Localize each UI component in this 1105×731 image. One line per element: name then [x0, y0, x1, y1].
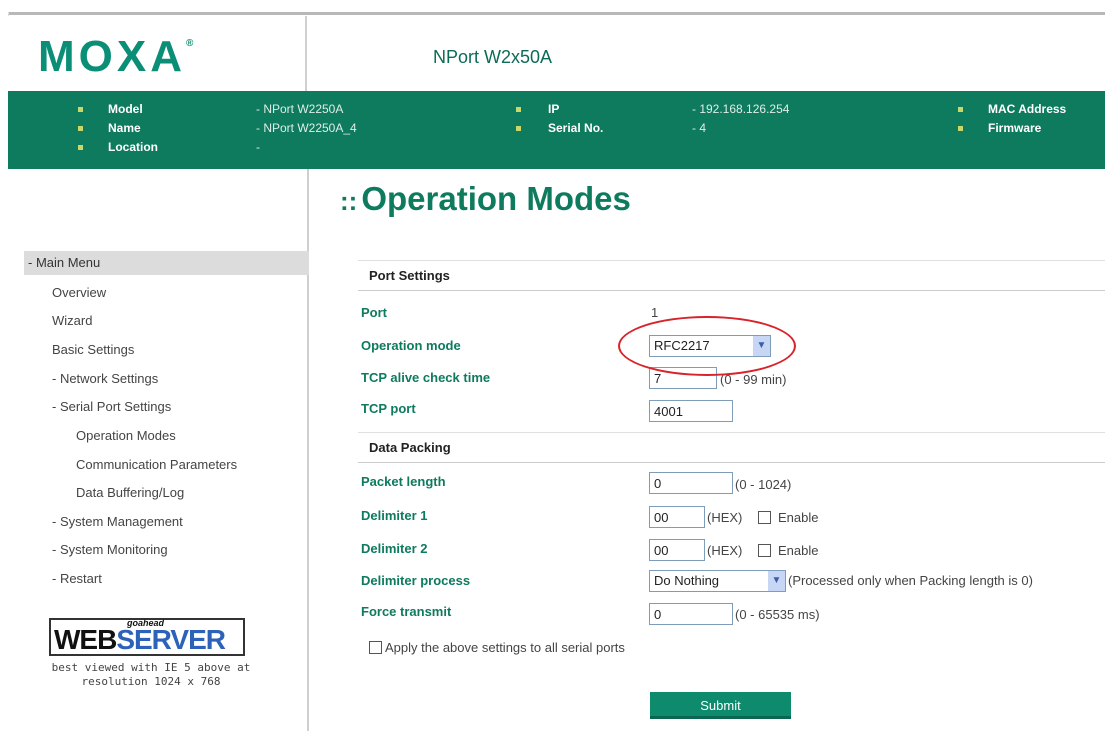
delimiter2-label: Delimiter 2 [361, 541, 428, 556]
delimiter-process-label: Delimiter process [361, 573, 471, 588]
page-title: :: Operation Modes [340, 180, 631, 218]
port-value: 1 [651, 305, 659, 320]
webserver-text: WEBSERVER [54, 624, 226, 655]
bullet-icon [78, 107, 83, 112]
location-label: Location [108, 140, 158, 154]
delimiter-process-note: (Processed only when Packing length is 0… [788, 573, 1033, 588]
sidebar-item-basic-settings[interactable]: Basic Settings [52, 342, 134, 357]
webserver-badge: goahead WEBSERVER [49, 618, 245, 656]
submit-button[interactable]: Submit [650, 692, 791, 719]
page-title-text: Operation Modes [361, 180, 631, 217]
sidebar-item-data-buffering-log[interactable]: Data Buffering/Log [76, 485, 184, 500]
name-label: Name [108, 121, 141, 135]
mac-label: MAC Address [988, 102, 1067, 116]
chevron-down-icon[interactable]: ▼ [768, 571, 785, 591]
browser-note: best viewed with IE 5 above at resolutio… [51, 661, 251, 688]
delimiter1-input[interactable]: 00 [649, 506, 705, 528]
operation-mode-label: Operation mode [361, 338, 461, 353]
delimiter1-enable-checkbox[interactable] [758, 511, 771, 524]
serial-label: Serial No. [548, 121, 604, 135]
ip-value: - 192.168.126.254 [692, 102, 790, 116]
annotation-circle [618, 316, 796, 376]
tcp-port-input[interactable]: 4001 [649, 400, 733, 422]
tcp-port-label: TCP port [361, 401, 416, 416]
delimiter1-enable-label: Enable [778, 510, 819, 525]
sidebar-item-operation-modes[interactable]: Operation Modes [76, 428, 176, 443]
model-label: Model [108, 102, 143, 116]
delimiter-process-selected: Do Nothing [654, 573, 720, 588]
bullet-icon [78, 145, 83, 150]
sidebar-item-serial-port-settings[interactable]: - Serial Port Settings [52, 399, 171, 414]
packet-length-label: Packet length [361, 474, 446, 489]
ip-label: IP [548, 102, 560, 116]
web-text-web: WEB [54, 624, 117, 655]
web-text-server: SERVER [116, 624, 226, 655]
apply-all-label: Apply the above settings to all serial p… [385, 640, 625, 655]
port-label: Port [361, 305, 387, 320]
logo-text: MOXA [38, 32, 186, 81]
packet-length-range: (0 - 1024) [735, 477, 792, 492]
logo-area: MOXA® [8, 16, 307, 91]
bullet-icon [78, 126, 83, 131]
force-transmit-input[interactable]: 0 [649, 603, 733, 625]
sidebar-item-wizard[interactable]: Wizard [52, 313, 92, 328]
product-name: NPort W2x50A [433, 47, 553, 67]
firmware-label: Firmware [988, 121, 1042, 135]
delimiter2-hex-label: (HEX) [707, 543, 743, 558]
bullet-icon [958, 126, 963, 131]
logo-registered-mark: ® [186, 38, 194, 49]
device-info-bar: Model - NPort W2250A Name - NPort W2250A… [8, 91, 1105, 169]
bullet-icon [516, 107, 521, 112]
sidebar-item-restart[interactable]: - Restart [52, 571, 102, 586]
moxa-logo: MOXA® [38, 32, 193, 82]
apply-all-checkbox[interactable] [369, 641, 382, 654]
window-top-edge [0, 0, 1105, 15]
name-value: - NPort W2250A_4 [256, 121, 357, 135]
sidebar-item-communication-parameters[interactable]: Communication Parameters [76, 457, 237, 472]
model-value: - NPort W2250A [256, 102, 344, 116]
bullet-icon [516, 126, 521, 131]
packet-length-input[interactable]: 0 [649, 472, 733, 494]
delimiter-process-select[interactable]: Do Nothing ▼ [649, 570, 786, 592]
main-menu-header[interactable]: - Main Menu [24, 251, 309, 275]
tcp-alive-label: TCP alive check time [361, 370, 491, 385]
bullet-icon [958, 107, 963, 112]
delimiter1-hex-label: (HEX) [707, 510, 743, 525]
sidebar-item-system-management[interactable]: - System Management [52, 514, 183, 529]
sidebar-item-overview[interactable]: Overview [52, 285, 106, 300]
force-transmit-range: (0 - 65535 ms) [735, 607, 820, 622]
delimiter1-label: Delimiter 1 [361, 508, 428, 523]
force-transmit-label: Force transmit [361, 604, 452, 619]
port-settings-header: Port Settings [358, 260, 1105, 291]
page-header: MOXA® NPort W2x50A [8, 16, 1105, 91]
title-arrow-icon: :: [340, 186, 358, 216]
data-packing-header: Data Packing [358, 432, 1105, 463]
sidebar-item-system-monitoring[interactable]: - System Monitoring [52, 542, 168, 557]
delimiter2-enable-label: Enable [778, 543, 819, 558]
sidebar-item-network-settings[interactable]: - Network Settings [52, 371, 158, 386]
location-value: - [256, 140, 260, 154]
delimiter2-enable-checkbox[interactable] [758, 544, 771, 557]
delimiter2-input[interactable]: 00 [649, 539, 705, 561]
serial-value: - 4 [692, 121, 707, 135]
